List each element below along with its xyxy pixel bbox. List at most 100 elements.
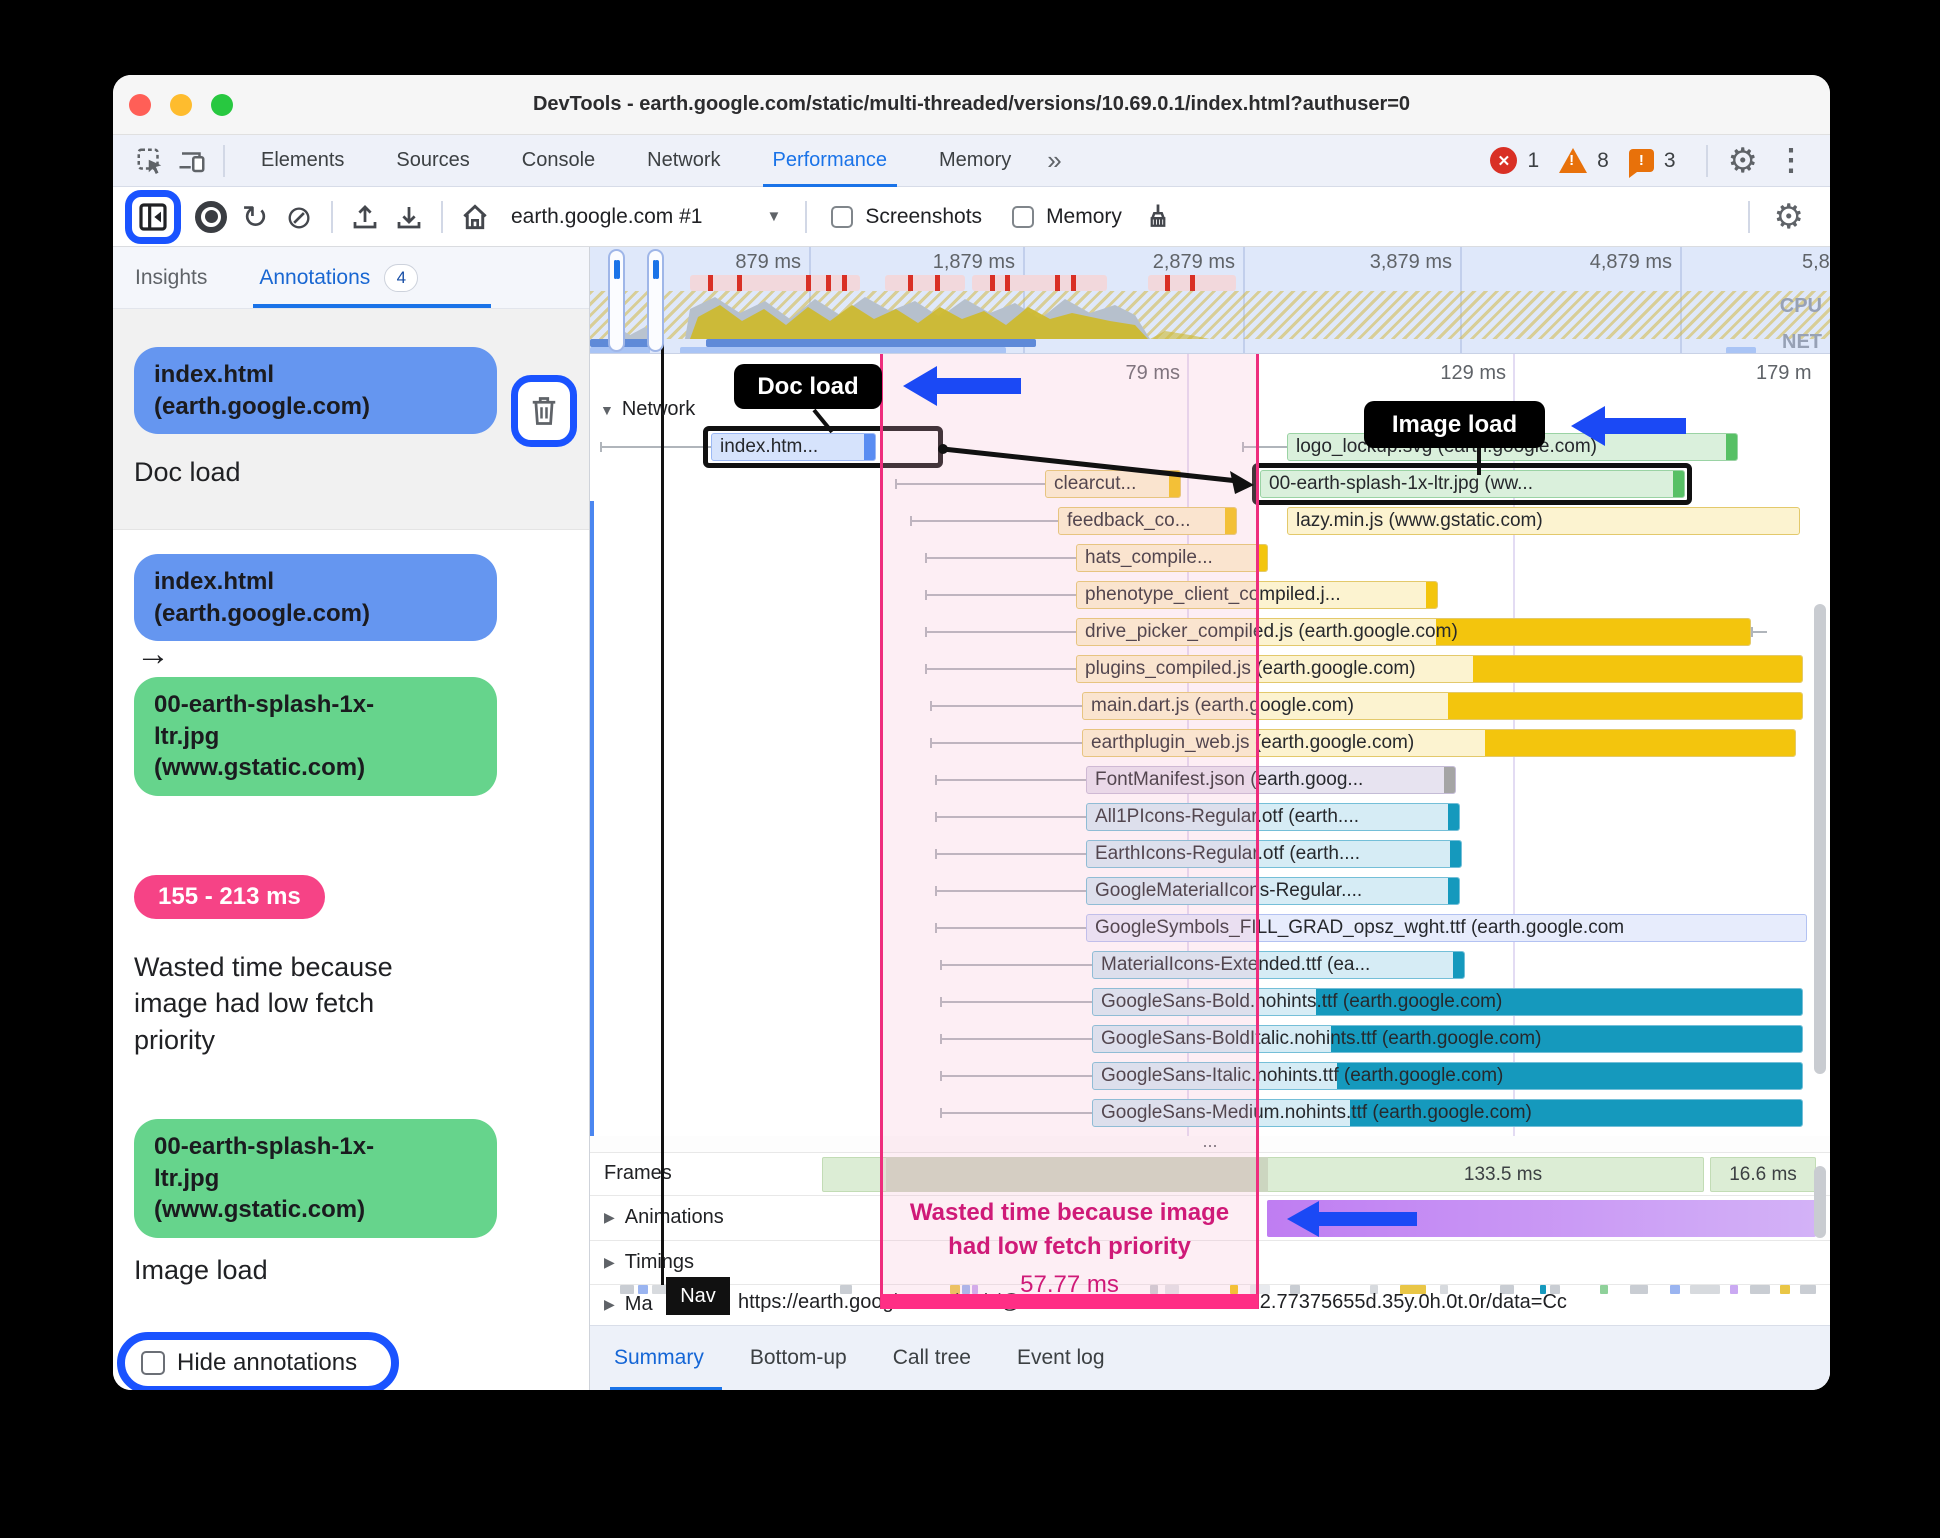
minimize-window-button[interactable] — [170, 94, 192, 116]
timings-track-label[interactable]: ▶ Timings — [604, 1251, 694, 1274]
expand-triangle-icon[interactable]: ▶ — [604, 1209, 615, 1226]
request-end-cap — [1448, 878, 1459, 904]
request-whisker — [935, 812, 1086, 822]
flamechart-tick — [1630, 1285, 1648, 1294]
overlay-right-edge[interactable] — [1256, 354, 1259, 1309]
tab-network[interactable]: Network — [621, 135, 746, 187]
network-request-bar[interactable]: plugins_compiled.js (earth.google.com) — [1076, 655, 1803, 683]
tab-elements[interactable]: Elements — [235, 135, 370, 187]
network-request-bar[interactable]: feedback_co... — [1058, 507, 1237, 535]
network-request-bar[interactable]: lazy.min.js (www.gstatic.com) — [1287, 507, 1800, 535]
network-request-bar[interactable]: MaterialIcons-Extended.ttf (ea... — [1092, 951, 1465, 979]
active-tab-underline — [253, 304, 491, 308]
network-request-bar[interactable]: GoogleSans-Bold.nohints.ttf (earth.googl… — [1092, 988, 1803, 1016]
tab-console[interactable]: Console — [496, 135, 621, 187]
annotation-pill-splash[interactable]: 00-earth-splash-1x- ltr.jpg (www.gstatic… — [134, 1119, 497, 1239]
more-tabs-icon[interactable]: » — [1037, 135, 1071, 187]
image-load-annotation-tooltip[interactable]: Image load — [1364, 401, 1545, 448]
toggle-sidebar-icon[interactable] — [125, 189, 181, 244]
network-request-bar[interactable]: GoogleSans-Italic.nohints.ttf (earth.goo… — [1092, 1062, 1803, 1090]
target-select[interactable]: earth.google.com #1 ▼ — [511, 205, 781, 229]
waterfall-scrollbar[interactable] — [1814, 604, 1826, 1074]
settings-gear-icon[interactable]: ⚙ — [1728, 144, 1758, 178]
network-request-bar[interactable]: GoogleSans-BoldItalic.nohints.ttf (earth… — [1092, 1025, 1803, 1053]
garbage-collect-icon[interactable] — [1136, 195, 1180, 239]
network-request-bar[interactable]: GoogleMaterialIcons-Regular.... — [1086, 877, 1460, 905]
frame-duration: 16.6 ms — [1729, 1163, 1797, 1185]
network-waterfall[interactable]: 79 ms 129 ms 179 m ▼ Network index.htm... l… — [590, 354, 1830, 1136]
tab-call-tree[interactable]: Call tree — [893, 1326, 971, 1391]
overlay-left-edge[interactable] — [880, 354, 883, 1309]
request-whisker — [940, 997, 1092, 1007]
issues-icon[interactable]: ! — [1628, 149, 1654, 178]
frame-bar[interactable]: 133.5 ms — [822, 1157, 1704, 1192]
network-request-bar[interactable]: GoogleSymbols_FILL_GRAD_opsz_wght.ttf (e… — [1086, 914, 1807, 942]
tab-event-log[interactable]: Event log — [1017, 1326, 1105, 1391]
load-profile-icon[interactable] — [343, 195, 387, 239]
tab-performance[interactable]: Performance — [747, 135, 914, 187]
tab-memory[interactable]: Memory — [913, 135, 1037, 187]
main-track-label[interactable]: ▶ Ma — [604, 1293, 653, 1316]
close-window-button[interactable] — [129, 94, 151, 116]
pill-line: (earth.google.com) — [154, 599, 371, 627]
tracks-scrollbar[interactable] — [1814, 1166, 1826, 1238]
network-request-bar[interactable]: hats_compile... — [1076, 544, 1268, 572]
home-icon[interactable] — [453, 195, 497, 239]
inspect-element-icon[interactable] — [129, 141, 171, 181]
doc-load-annotation-tooltip[interactable]: Doc load — [734, 364, 882, 409]
clear-icon[interactable]: ⊘ — [277, 195, 321, 239]
tab-summary[interactable]: Summary — [610, 1326, 722, 1390]
record-icon[interactable] — [189, 195, 233, 239]
time-range-pill[interactable]: 155 - 213 ms — [134, 875, 325, 919]
console-warnings-icon[interactable] — [1559, 148, 1588, 173]
divider — [441, 200, 443, 233]
network-request-bar[interactable]: GoogleSans-Medium.nohints.ttf (earth.goo… — [1092, 1099, 1803, 1127]
tab-annotations[interactable]: Annotations 4 — [259, 263, 419, 292]
hide-annotations-control[interactable]: Hide annotations — [117, 1332, 399, 1390]
memory-checkbox[interactable] — [1012, 205, 1035, 228]
annotation-pill-splash[interactable]: 00-earth-splash-1x- ltr.jpg (www.gstatic… — [134, 677, 497, 797]
collapse-triangle-icon[interactable]: ▼ — [600, 402, 614, 418]
annotation-pill-index[interactable]: index.html (earth.google.com) — [134, 347, 497, 435]
screenshots-checkbox[interactable] — [831, 205, 854, 228]
network-request-bar[interactable]: EarthIcons-Regular.otf (earth.... — [1086, 840, 1462, 868]
frames-track[interactable]: Frames 133.5 ms 16.6 ms — [590, 1153, 1830, 1196]
network-request-bar[interactable]: FontManifest.json (earth.goog... — [1086, 766, 1456, 794]
save-profile-icon[interactable] — [387, 195, 431, 239]
timeline-overview[interactable]: 879 ms 1,879 ms 2,879 ms 3,879 ms 4,879 ms 5,… — [590, 247, 1830, 354]
request-label: phenotype_client_compiled.j... — [1085, 584, 1341, 605]
request-whisker — [1242, 442, 1287, 452]
tab-bottom-up[interactable]: Bottom-up — [750, 1326, 847, 1391]
network-request-bar[interactable]: main.dart.js (earth.google.com) — [1082, 692, 1803, 720]
frame-bar[interactable]: 16.6 ms — [1710, 1157, 1816, 1192]
annotation-pill-index[interactable]: index.html (earth.google.com) — [134, 554, 497, 642]
capture-settings-gear-icon[interactable]: ⚙ — [1760, 200, 1818, 234]
network-request-bar[interactable]: earthplugin_web.js (earth.google.com) — [1082, 729, 1796, 757]
console-errors-icon[interactable]: ✕ — [1490, 147, 1518, 174]
annotation-card-doc-load[interactable]: index.html (earth.google.com) Doc load — [113, 309, 589, 530]
nav-marker-chip[interactable]: Nav — [666, 1277, 730, 1315]
zoom-window-button[interactable] — [211, 94, 233, 116]
annotation-highlight-box — [1252, 463, 1692, 505]
hide-annotations-checkbox[interactable] — [141, 1351, 165, 1375]
animations-track-label[interactable]: ▶ Animations — [604, 1206, 724, 1229]
reload-and-record-icon[interactable]: ↻ — [233, 195, 277, 239]
expand-triangle-icon[interactable]: ▶ — [604, 1296, 615, 1313]
expand-triangle-icon[interactable]: ▶ — [604, 1254, 615, 1271]
network-request-bar[interactable]: clearcut... — [1045, 470, 1181, 498]
request-whisker — [940, 1108, 1092, 1118]
network-request-bar[interactable]: drive_picker_compiled.js (earth.google.c… — [1076, 618, 1751, 646]
tracks-divider[interactable]: ... — [590, 1132, 1830, 1153]
doc-load-pointer-arrow-icon — [903, 366, 1021, 406]
network-request-bar[interactable]: All1PIcons-Regular.otf (earth.... — [1086, 803, 1460, 831]
overview-right-handle[interactable] — [647, 249, 664, 352]
minimap-tick-label: 5,8 — [1802, 251, 1830, 273]
overview-left-handle[interactable] — [608, 249, 625, 352]
tab-sources[interactable]: Sources — [370, 135, 495, 187]
delete-annotation-button[interactable] — [511, 375, 577, 447]
device-toolbar-icon[interactable] — [171, 141, 213, 181]
request-main-phase — [1448, 693, 1802, 719]
kebab-menu-icon[interactable]: ⋮ — [1768, 145, 1814, 176]
tab-insights[interactable]: Insights — [135, 266, 207, 290]
network-track-header[interactable]: ▼ Network — [600, 398, 695, 421]
